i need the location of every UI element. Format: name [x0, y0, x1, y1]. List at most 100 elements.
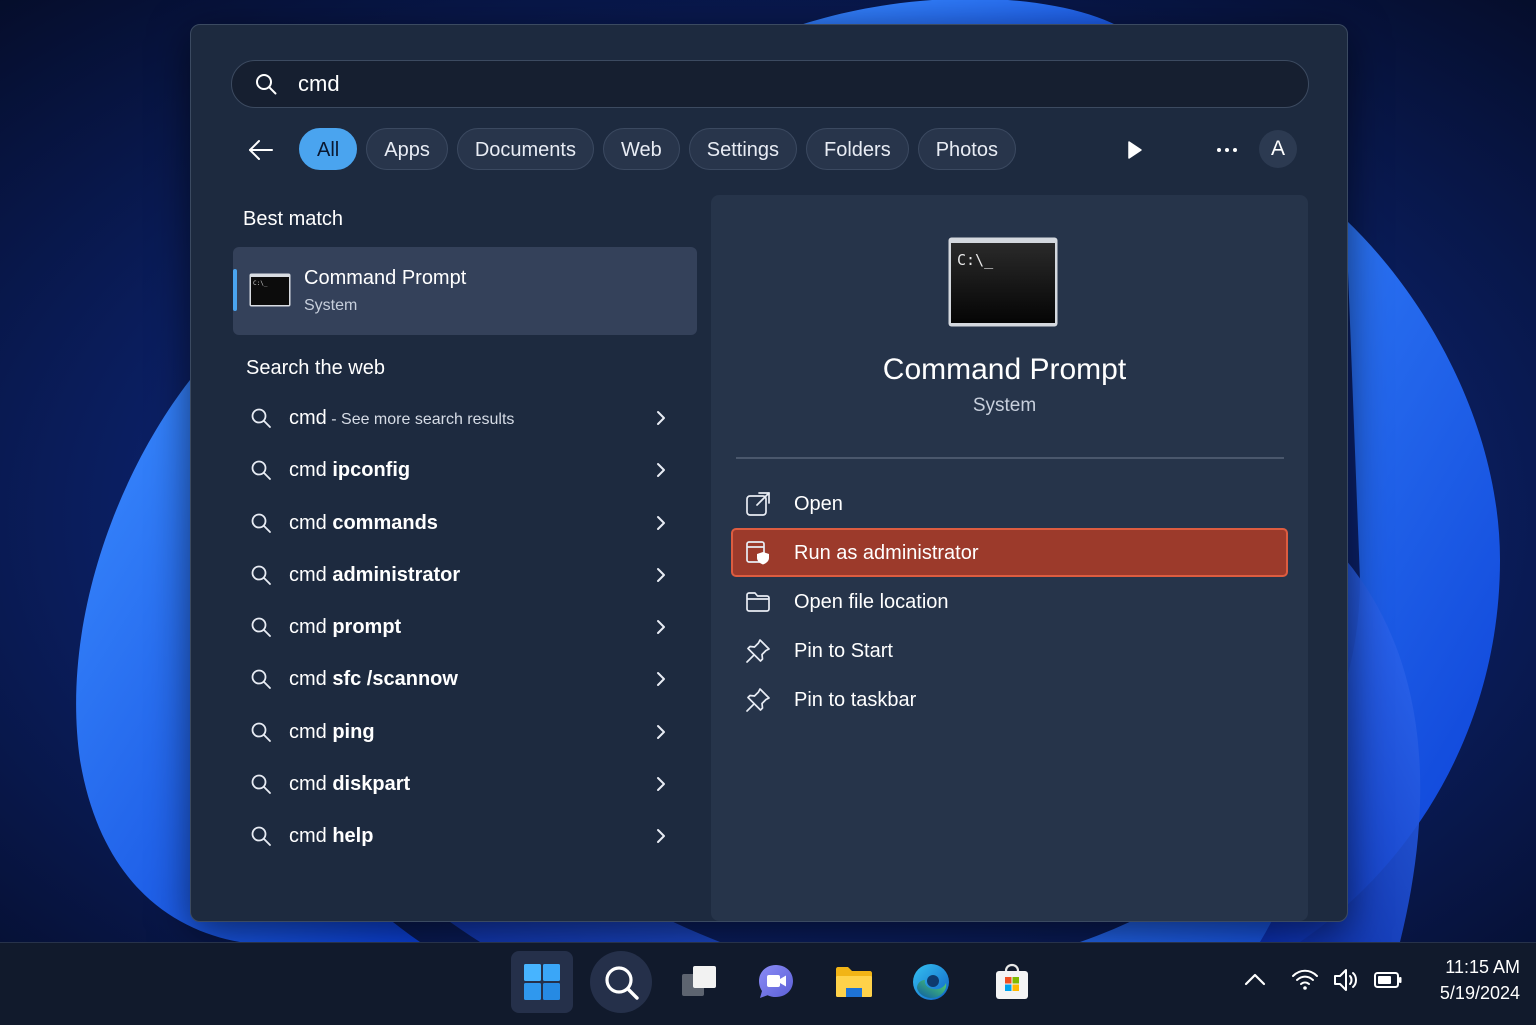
- web-result-label: cmd sfc /scannow: [289, 668, 458, 691]
- app-detail-pane: C:\_ Command Prompt System Open Run as a…: [711, 195, 1308, 921]
- search-icon: [251, 670, 271, 690]
- open-external-icon: [746, 492, 770, 516]
- more-options-icon[interactable]: [1211, 135, 1243, 165]
- web-result-item[interactable]: cmd commands: [233, 498, 697, 550]
- chevron-right-icon: [657, 777, 665, 792]
- search-icon: [605, 966, 639, 1000]
- pin-icon: [746, 687, 770, 712]
- pin-to-start-action[interactable]: Pin to Start: [731, 626, 1288, 675]
- search-input[interactable]: [298, 69, 1278, 99]
- web-result-label: cmd ipconfig: [289, 459, 410, 482]
- web-result-item[interactable]: cmd - See more search results: [233, 393, 697, 445]
- web-result-label: cmd help: [289, 825, 373, 848]
- tab-web[interactable]: Web: [602, 128, 680, 170]
- web-result-item[interactable]: cmd ping: [233, 707, 697, 759]
- edge-button[interactable]: [900, 951, 962, 1013]
- web-result-prefix: cmd: [289, 616, 333, 639]
- web-result-term: help: [332, 825, 374, 848]
- file-explorer-icon: [836, 967, 872, 997]
- web-result-prefix: cmd: [289, 407, 327, 429]
- file-explorer-button[interactable]: [823, 951, 885, 1013]
- open-action-label: Open: [794, 493, 843, 515]
- taskbar-search-button[interactable]: [590, 951, 652, 1013]
- detail-app-name: Command Prompt: [882, 353, 1127, 386]
- web-result-item[interactable]: cmd ipconfig: [233, 445, 697, 497]
- task-view-icon: [682, 966, 716, 996]
- web-result-label: cmd administrator: [289, 564, 460, 587]
- edge-icon: [913, 964, 949, 1000]
- pin-to-start-label: Pin to Start: [794, 639, 893, 662]
- clock-time: 11:15 AM: [1445, 957, 1520, 977]
- store-button[interactable]: [981, 951, 1043, 1013]
- taskbar: 11:15 AM 5/19/2024: [0, 942, 1536, 1025]
- run-as-administrator-action[interactable]: Run as administrator: [731, 527, 1288, 577]
- web-result-term: ping: [332, 720, 375, 743]
- search-icon: [251, 513, 271, 533]
- tab-settings[interactable]: Settings: [688, 128, 798, 170]
- divider: [736, 457, 1284, 459]
- search-icon: [251, 565, 271, 585]
- web-result-item[interactable]: cmd diskpart: [233, 759, 697, 811]
- open-file-location-action[interactable]: Open file location: [731, 577, 1288, 626]
- web-result-item[interactable]: cmd administrator: [233, 550, 697, 602]
- command-prompt-icon: C:\_: [249, 273, 291, 307]
- web-result-prefix: cmd: [289, 668, 333, 691]
- web-result-term: sfc /scannow: [332, 668, 458, 691]
- search-icon: [256, 74, 277, 95]
- best-match-type: System: [304, 297, 358, 314]
- clock-date: 5/19/2024: [1439, 983, 1520, 1003]
- open-action[interactable]: Open: [731, 479, 1288, 528]
- arrow-left-icon: [249, 140, 273, 160]
- search-icon: [251, 774, 271, 794]
- chevron-right-icon: [657, 829, 665, 844]
- search-icon: [251, 826, 271, 847]
- tab-apps[interactable]: Apps: [366, 128, 448, 170]
- filter-tabs: All Apps Documents Web Settings Folders …: [299, 128, 1016, 170]
- account-avatar[interactable]: A: [1259, 130, 1297, 168]
- best-match-name: Command Prompt: [304, 267, 467, 289]
- web-result-label: cmd - See more search results: [289, 407, 514, 430]
- tab-documents[interactable]: Documents: [456, 128, 594, 170]
- web-result-label: cmd prompt: [289, 616, 401, 639]
- chevron-right-icon: [657, 463, 665, 478]
- tab-all[interactable]: All: [299, 128, 358, 170]
- tab-folders[interactable]: Folders: [806, 128, 909, 170]
- system-clock[interactable]: 11:15 AM 5/19/2024: [1408, 957, 1520, 1004]
- run-as-administrator-label: Run as administrator: [794, 541, 979, 564]
- task-view-button[interactable]: [668, 951, 730, 1013]
- shield-admin-icon: [746, 541, 769, 565]
- command-prompt-icon-text: C:\_: [253, 280, 268, 287]
- search-icon: [251, 408, 271, 428]
- web-result-prefix: cmd: [289, 511, 333, 534]
- search-icon: [251, 460, 271, 481]
- pin-to-taskbar-action[interactable]: Pin to taskbar: [731, 675, 1288, 724]
- web-result-label: cmd ping: [289, 721, 375, 744]
- chevron-right-icon: [657, 515, 665, 530]
- play-more-filters-icon[interactable]: [1119, 135, 1149, 165]
- search-box[interactable]: [231, 60, 1309, 108]
- battery-icon[interactable]: [1373, 965, 1403, 995]
- detail-app-type: System: [972, 395, 1037, 416]
- volume-icon[interactable]: [1332, 965, 1362, 995]
- best-match-heading: Best match: [243, 208, 344, 230]
- chevron-right-icon: [657, 620, 665, 635]
- web-result-prefix: cmd: [289, 825, 333, 848]
- wifi-icon[interactable]: [1290, 965, 1320, 995]
- web-result-item[interactable]: cmd help: [233, 811, 697, 863]
- search-panel: All Apps Documents Web Settings Folders …: [190, 24, 1348, 922]
- start-button[interactable]: [511, 951, 573, 1013]
- back-button[interactable]: [241, 135, 281, 165]
- chevron-up-icon[interactable]: [1240, 965, 1270, 995]
- web-result-item[interactable]: cmd sfc /scannow: [233, 654, 697, 706]
- web-result-prefix: cmd: [289, 563, 333, 586]
- store-icon: [996, 963, 1028, 999]
- chat-button[interactable]: [745, 951, 807, 1013]
- tab-photos[interactable]: Photos: [917, 128, 1016, 170]
- chevron-right-icon: [657, 567, 665, 582]
- web-result-label: cmd commands: [289, 512, 438, 535]
- chevron-right-icon: [657, 724, 665, 739]
- folder-icon: [746, 591, 770, 612]
- best-match-item[interactable]: C:\_ Command Prompt System: [233, 247, 697, 335]
- web-result-item[interactable]: cmd prompt: [233, 602, 697, 654]
- command-prompt-icon: C:\_: [948, 237, 1058, 327]
